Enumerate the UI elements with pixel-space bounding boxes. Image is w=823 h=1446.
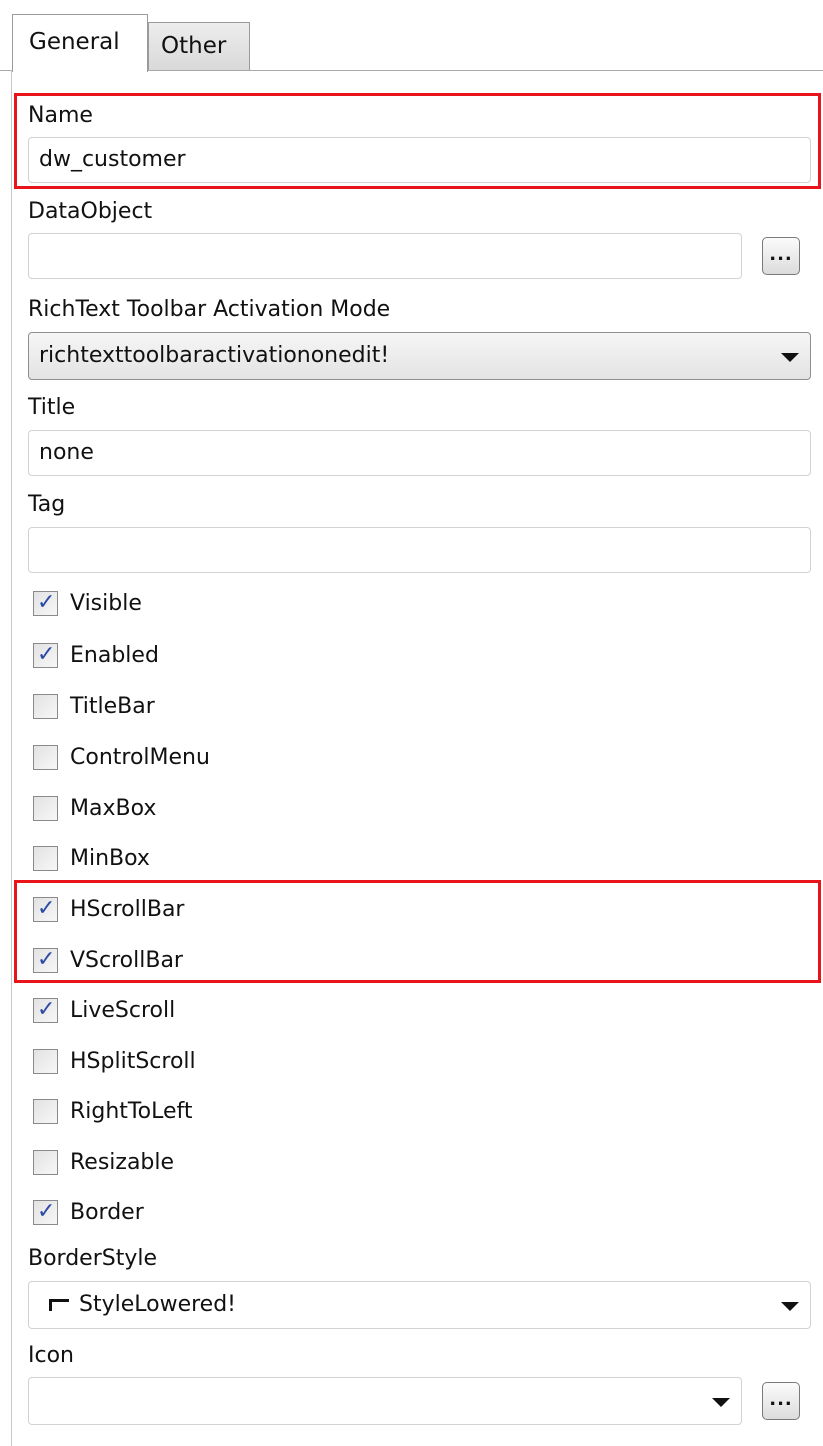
checkbox-label: LiveScroll	[70, 998, 176, 1023]
checkbox-box[interactable]: ✓	[33, 642, 58, 668]
icon-browse-button[interactable]: ...	[762, 1382, 800, 1420]
scrollbar-highlight-box	[14, 880, 821, 983]
tag-label: Tag	[28, 492, 66, 517]
checkbox-box[interactable]	[33, 1150, 58, 1175]
chevron-down-icon	[781, 1302, 799, 1311]
checkbox-label: ControlMenu	[70, 745, 210, 770]
checkbox-box[interactable]: ✓	[33, 1199, 58, 1225]
checkbox-label: MinBox	[70, 846, 150, 871]
checkbox-label: Resizable	[70, 1150, 175, 1175]
tab-general-label: General	[29, 29, 120, 55]
checkbox-label: Border	[70, 1200, 144, 1225]
dataobject-browse-button[interactable]: ...	[762, 237, 800, 275]
dataobject-field[interactable]	[28, 233, 742, 279]
checkbox-box[interactable]	[33, 1099, 58, 1124]
chevron-down-icon	[781, 353, 799, 362]
checkbox-box[interactable]: ✓	[33, 997, 58, 1023]
richtext-label: RichText Toolbar Activation Mode	[28, 297, 391, 322]
tag-field[interactable]	[28, 527, 811, 573]
title-field[interactable]: none	[28, 430, 811, 476]
checkbox-box[interactable]	[33, 745, 58, 770]
richtext-dropdown[interactable]: richtexttoolbaractivationonedit!	[28, 332, 811, 380]
checkmark-icon: ✓	[37, 1199, 56, 1224]
borderstyle-dropdown[interactable]: StyleLowered!	[28, 1281, 811, 1329]
checkbox-label: RightToLeft	[70, 1099, 193, 1124]
checkbox-box[interactable]	[33, 694, 58, 719]
dataobject-label: DataObject	[28, 199, 153, 224]
chevron-down-icon	[712, 1398, 730, 1407]
checkbox-box[interactable]	[33, 846, 58, 871]
checkbox-box[interactable]	[33, 796, 58, 821]
checkmark-icon: ✓	[37, 997, 56, 1022]
checkbox-box[interactable]	[33, 1049, 58, 1074]
panel-border	[11, 70, 12, 1446]
checkbox-label: HSplitScroll	[70, 1049, 196, 1074]
richtext-dropdown-value: richtexttoolbaractivationonedit!	[39, 343, 390, 368]
checkbox-label: Visible	[70, 591, 142, 616]
tab-general[interactable]: General	[12, 14, 148, 72]
icon-dropdown[interactable]	[28, 1377, 742, 1425]
checkbox-box[interactable]: ✓	[33, 590, 58, 616]
border-style-icon	[49, 1297, 69, 1311]
checkmark-icon: ✓	[37, 642, 56, 667]
name-highlight-box	[14, 93, 821, 189]
tab-other-label: Other	[161, 33, 227, 59]
borderstyle-label: BorderStyle	[28, 1246, 158, 1271]
checkmark-icon: ✓	[37, 590, 56, 615]
checkbox-label: Enabled	[70, 643, 159, 668]
checkbox-label: TitleBar	[70, 694, 155, 719]
title-label: Title	[28, 395, 76, 420]
icon-label: Icon	[28, 1343, 74, 1368]
checkbox-label: MaxBox	[70, 796, 157, 821]
tab-other[interactable]: Other	[148, 22, 250, 70]
borderstyle-dropdown-value: StyleLowered!	[79, 1292, 236, 1317]
